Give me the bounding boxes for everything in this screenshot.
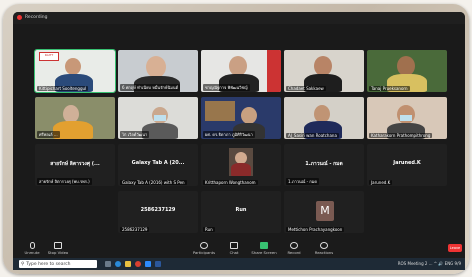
participant-display-name: Galaxy Tab A (20... [131, 160, 185, 166]
video-tile[interactable]: Run Run [201, 191, 281, 233]
participant-name: 1.ภาวนณ์ - กมด [286, 178, 320, 185]
chrome-icon[interactable] [135, 261, 141, 267]
smiley-icon [320, 242, 328, 249]
video-tile[interactable]: 6 ศกฤษ์ ทำเนียบ หมื่นรักษ์นิมนต์ [118, 50, 198, 92]
participants-button[interactable]: Participants [189, 242, 219, 255]
participant-display-name: 1.ภาวนณ์ - กมด [305, 161, 343, 167]
meeting-toolbar: Unmute Stop Video Participants Chat Shar… [13, 240, 465, 258]
video-tile[interactable]: M Mettichon Prachayangkoon [284, 191, 364, 233]
windows-taskbar: ⚲ Type here to search ROS Meeting 2 ... … [13, 258, 465, 270]
participants-icon [200, 242, 208, 249]
participant-name: ชาญณัฐกาจ พิพัฒนวิชญ์ [203, 84, 250, 91]
video-tile[interactable]: AJ_Sasiri wan Roatchana [284, 97, 364, 139]
video-tile[interactable]: ไก่ เวิลด์วัฒนา [118, 97, 198, 139]
chat-icon [230, 242, 238, 249]
participant-name: Katharakorn Prathompithrong [369, 133, 433, 138]
file-explorer-icon[interactable] [125, 261, 131, 267]
video-tile[interactable]: RAITT Kittipichart Sooltenggul [34, 49, 116, 93]
participant-name: Galaxy Tab A (2016) with S Pen [120, 180, 187, 185]
participant-name: Chadaet Sakkaew [286, 86, 326, 91]
video-tile[interactable]: ผศ. ดร.ธิดาภา ภูมิศิริวัฒนา [201, 97, 281, 139]
taskbar-search[interactable]: ⚲ Type here to search [19, 260, 97, 268]
edge-icon[interactable] [115, 261, 121, 267]
participant-name: ไก่ เวิลด์วัฒนา [120, 131, 150, 138]
video-tile[interactable]: Chadaet Sakkaew [284, 50, 364, 92]
video-tile[interactable]: 1.ภาวนณ์ - กมด 1.ภาวนณ์ - กมด [284, 144, 364, 186]
participant-name: Run [203, 227, 215, 232]
video-tile[interactable]: ศรีพลเล้ ... [35, 97, 115, 139]
task-view-icon[interactable] [105, 261, 111, 267]
record-button[interactable]: Record [279, 242, 309, 255]
record-icon [290, 242, 298, 249]
participant-name: ผศ. ดร.ธิดาภา ภูมิศิริวัฒนา [203, 131, 255, 138]
avatar: M [316, 201, 334, 221]
share-screen-button[interactable]: Share Screen [249, 242, 279, 255]
video-tile[interactable]: ชาญณัฐกาจ พิพัฒนวิชญ์ [201, 50, 281, 92]
zoom-app-icon[interactable] [145, 261, 151, 267]
word-icon[interactable] [155, 261, 161, 267]
video-tile[interactable]: Jaruned.K Jaruned.K [367, 144, 447, 186]
participant-display-name: 2586237129 [140, 207, 176, 213]
system-tray: ROS Meeting 2 ... ^ 🔊 ENG 9/9 [397, 261, 461, 266]
record-dot-icon [17, 15, 22, 20]
participant-display-name: Jaruned.K [393, 160, 421, 166]
search-icon: ⚲ [21, 261, 25, 267]
participant-name: Jaruned.K [369, 180, 393, 185]
participant-name: 6 ศกฤษ์ ทำเนียบ หมื่นรักษ์นิมนต์ [120, 84, 181, 91]
video-tile[interactable]: 2586237129 2586237129 [118, 191, 198, 233]
zoom-window: Recording RAITT Kittipichart Sooltenggul… [13, 12, 465, 270]
participant-name: 2586237129 [120, 227, 150, 232]
microphone-icon [29, 242, 35, 249]
participant-name: Mettichon Prachayangkoon [286, 227, 345, 232]
stop-video-button[interactable]: Stop Video [43, 242, 73, 255]
participant-name: สายรักษ์ ลิตารวงศุ (พบ.รพร.) [37, 178, 92, 185]
chat-button[interactable]: Chat [219, 242, 249, 255]
reactions-button[interactable]: Reactions [309, 242, 339, 255]
recording-label: Recording [25, 15, 48, 20]
leave-button[interactable]: Leave [448, 244, 462, 252]
video-tile[interactable]: Galaxy Tab A (20... Galaxy Tab A (2016) … [118, 144, 198, 186]
title-bar: Recording [13, 12, 465, 24]
camera-icon [54, 242, 62, 249]
participant-display-name: Run [235, 207, 247, 213]
video-tile[interactable]: Kritthaporn Wongthanom [201, 144, 281, 186]
video-tile[interactable]: สายรักษ์ ลิตารวงศุ (... สายรักษ์ ลิตารวง… [35, 144, 115, 186]
recording-indicator: Recording [17, 15, 48, 20]
video-tile[interactable]: Katharakorn Prathompithrong [367, 97, 447, 139]
participant-name: Kittipichart Sooltenggul [37, 86, 89, 91]
participant-name: Kritthaporn Wongthanom [203, 180, 258, 185]
participant-display-name: สายรักษ์ ลิตารวงศุ (... [50, 161, 100, 167]
participant-name: AJ_Sasiri wan Roatchana [286, 133, 339, 138]
participant-name: Tanaj Prueksanorn [369, 86, 410, 91]
share-screen-icon [260, 242, 268, 249]
participant-name: ศรีพลเล้ ... [37, 131, 60, 138]
video-tile[interactable]: Tanaj Prueksanorn [367, 50, 447, 92]
